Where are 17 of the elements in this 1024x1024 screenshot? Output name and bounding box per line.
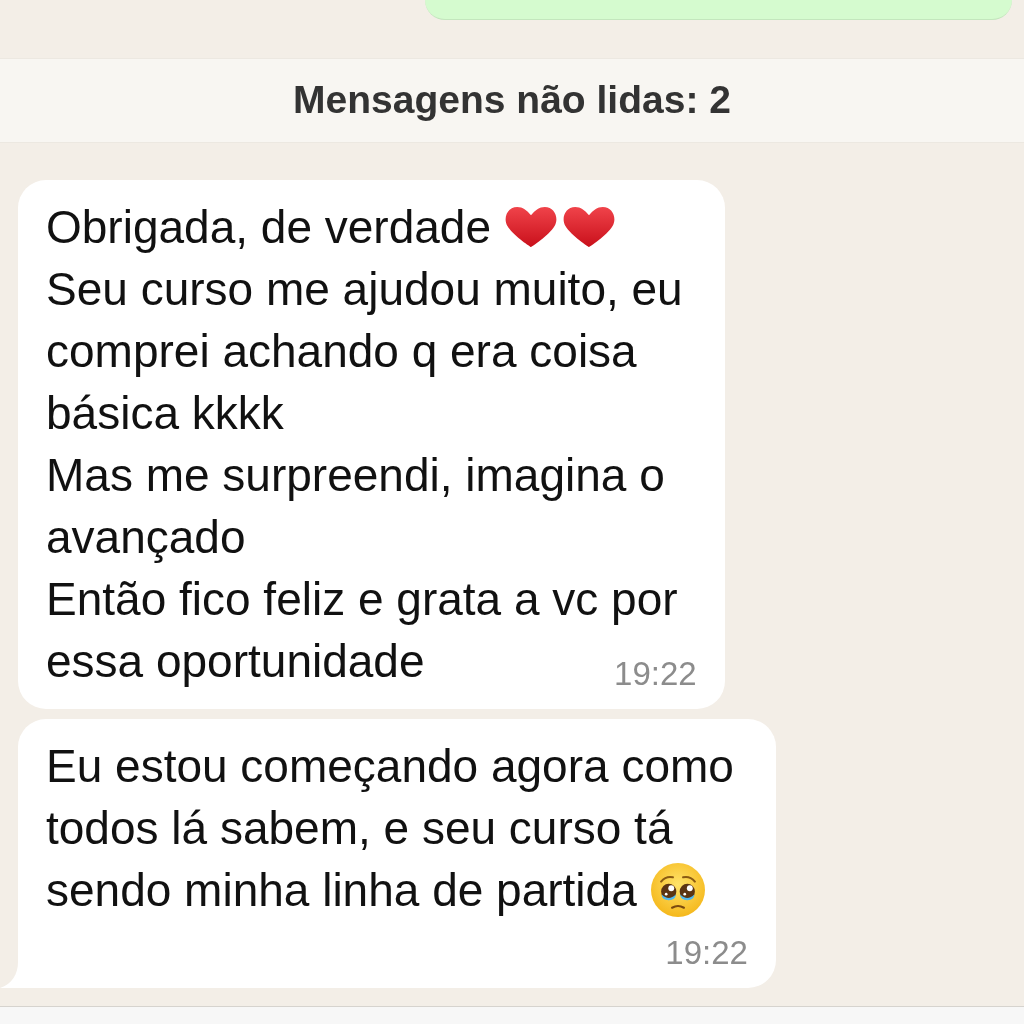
message-text: todos lá sabem, e seu curso tá [46, 801, 673, 856]
message-text: Mas me surpreendi, imagina o [46, 448, 665, 503]
message-text: avançado [46, 510, 246, 565]
message-text: Então fico feliz e grata a vc por [46, 572, 678, 627]
unread-count-text: Mensagens não lidas: 2 [293, 77, 731, 124]
message-text: Obrigada, de verdade [46, 200, 491, 255]
heart-icon [563, 206, 615, 248]
message-time: 19:22 [613, 656, 697, 692]
teary-face-icon [650, 863, 705, 917]
message-text: Eu estou começando agora como [46, 739, 734, 794]
message-text: Seu curso me ajudou muito, eu [46, 262, 683, 317]
heart-icon [505, 206, 557, 248]
message-text: sendo minha linha de partida [46, 863, 637, 918]
message-text: essa oportunidade [46, 634, 425, 689]
message-time: 19:22 [664, 935, 748, 971]
message-text: básica kkkk [46, 386, 284, 441]
message-text: comprei achando q era coisa [46, 324, 637, 379]
